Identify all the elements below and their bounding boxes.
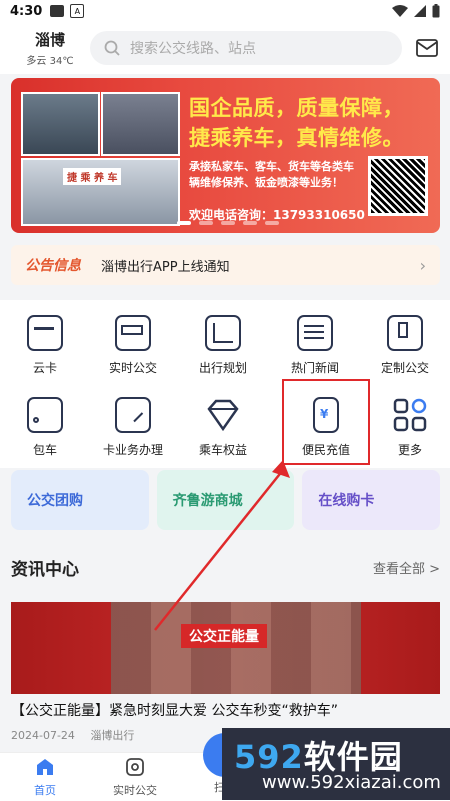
bus-icon: [115, 315, 151, 351]
grid-item-charter[interactable]: 包车: [0, 397, 90, 458]
grid-item-label: 更多: [397, 443, 422, 457]
news-image-label: 公交正能量: [181, 624, 267, 648]
charter-bus-icon: [27, 397, 63, 433]
card-service-icon: [115, 397, 151, 433]
grid-item-label: 定制公交: [380, 361, 429, 375]
search-input[interactable]: 搜索公交线路、站点: [90, 31, 402, 65]
carousel-indicator: [177, 221, 279, 225]
grid-item-ride-benefits[interactable]: 乘车权益: [178, 397, 268, 458]
city-name: 淄博: [34, 31, 65, 49]
banner-subtext-1: 承接私家车、客车、货车等各类车: [189, 160, 354, 173]
notice-text: 淄博出行APP上线通知: [101, 259, 230, 275]
tab-realtime-bus[interactable]: 实时公交: [90, 753, 180, 801]
promo-banner[interactable]: 捷 乘 养 车 国企品质，质量保障， 捷乘养车，真情维修。 承接私家车、客车、货…: [11, 78, 440, 233]
search-icon: [104, 40, 120, 56]
grid-item-label: 出行规划: [198, 361, 247, 375]
carousel-dot[interactable]: [177, 221, 191, 225]
carousel-dot[interactable]: [243, 221, 257, 225]
section-title: 资讯中心: [11, 560, 79, 580]
grid-item-label: 乘车权益: [198, 443, 247, 457]
notification-icon: [50, 5, 65, 17]
grid-item-hot-news[interactable]: 热门新闻: [270, 315, 360, 376]
more-apps-icon: [392, 397, 428, 433]
grid-item-label: 卡业务办理: [102, 443, 163, 457]
chevron-right-icon: ›: [419, 255, 426, 275]
watermark-number: 592: [234, 738, 304, 776]
card-qilu-mall[interactable]: 齐鲁游商城: [156, 470, 295, 530]
message-icon[interactable]: [416, 39, 438, 57]
function-grid: 云卡 实时公交 出行规划 热门新闻 定制公交 包车 卡业务办理 乘车权益 ¥ 便…: [0, 300, 450, 468]
view-all-link[interactable]: 查看全部 >: [373, 558, 440, 577]
banner-subtext-2: 辆维修保养、钣金喷漆等业务！: [189, 176, 343, 189]
battery-icon: [432, 4, 440, 18]
carousel-dot[interactable]: [221, 221, 235, 225]
watermark: 592软件园 www.592xiazai.com: [222, 728, 450, 800]
highlight-box: [282, 379, 370, 465]
news-source: 淄博出行: [90, 729, 135, 742]
news-icon: [297, 315, 333, 351]
grid-item-realtime-bus[interactable]: 实时公交: [88, 315, 178, 376]
notice-bar[interactable]: 公告信息 淄博出行APP上线通知 ›: [11, 245, 440, 285]
app-header: 淄博 多云 34℃ 搜索公交线路、站点: [0, 22, 450, 74]
status-time: 4:30: [10, 3, 43, 19]
banner-sign: 捷 乘 养 车: [63, 168, 122, 185]
tab-home[interactable]: 首页: [0, 753, 90, 801]
custom-bus-icon: [387, 315, 423, 351]
bus-search-icon: [126, 758, 144, 776]
banner-photo-building: 捷 乘 养 车: [21, 158, 180, 226]
banner-headline-2: 捷乘养车，真情维修。: [189, 126, 404, 150]
qr-code-icon: [368, 156, 428, 216]
news-image[interactable]: 公交正能量: [11, 602, 440, 694]
grid-item-more[interactable]: 更多: [365, 397, 450, 458]
tab-label: 实时公交: [113, 784, 157, 797]
news-photo-collage: [111, 602, 361, 694]
app-notification-icon: A: [70, 4, 85, 18]
grid-item-trip-planning[interactable]: 出行规划: [178, 315, 268, 376]
weather-text: 多云 34℃: [26, 56, 74, 67]
search-placeholder: 搜索公交线路、站点: [130, 41, 256, 57]
route-map-icon: [205, 315, 241, 351]
carousel-dot[interactable]: [265, 221, 279, 225]
grid-item-cloud-card[interactable]: 云卡: [0, 315, 90, 376]
signal-icon: [414, 5, 426, 17]
city-selector[interactable]: 淄博 多云 34℃: [20, 29, 80, 67]
diamond-icon: [205, 397, 241, 433]
grid-item-custom-bus[interactable]: 定制公交: [360, 315, 450, 376]
card-icon: [27, 315, 63, 351]
quick-cards: 公交团购 齐鲁游商城 在线购卡: [11, 470, 441, 530]
news-section-header: 资讯中心 查看全部 >: [11, 555, 440, 580]
carousel-dot[interactable]: [199, 221, 213, 225]
grid-item-label: 云卡: [32, 361, 57, 375]
card-buy-online[interactable]: 在线购卡: [302, 470, 441, 530]
wifi-icon: [392, 5, 408, 17]
banner-headline-1: 国企品质，质量保障，: [189, 96, 404, 120]
tab-label: 首页: [34, 784, 56, 797]
banner-photo-workshop: [101, 92, 180, 156]
news-meta: 2024-07-24 淄博出行: [11, 727, 134, 743]
news-date: 2024-07-24: [11, 729, 75, 742]
banner-photos: 捷 乘 养 车: [21, 92, 181, 226]
grid-item-label: 实时公交: [108, 361, 157, 375]
watermark-url: www.592xiazai.com: [262, 772, 441, 793]
notice-tag: 公告信息: [25, 258, 81, 274]
home-icon: [37, 759, 53, 775]
watermark-brand: 软件园: [303, 738, 403, 776]
card-group-buy[interactable]: 公交团购: [11, 470, 149, 530]
grid-item-label: 包车: [32, 443, 57, 457]
banner-photo-garage: [21, 92, 100, 156]
grid-item-card-service[interactable]: 卡业务办理: [88, 397, 178, 458]
grid-item-label: 热门新闻: [290, 361, 339, 375]
news-title[interactable]: 【公交正能量】紧急时刻显大爱 公交车秒变“救护车”: [11, 700, 441, 720]
status-bar: 4:30 A: [0, 0, 450, 22]
